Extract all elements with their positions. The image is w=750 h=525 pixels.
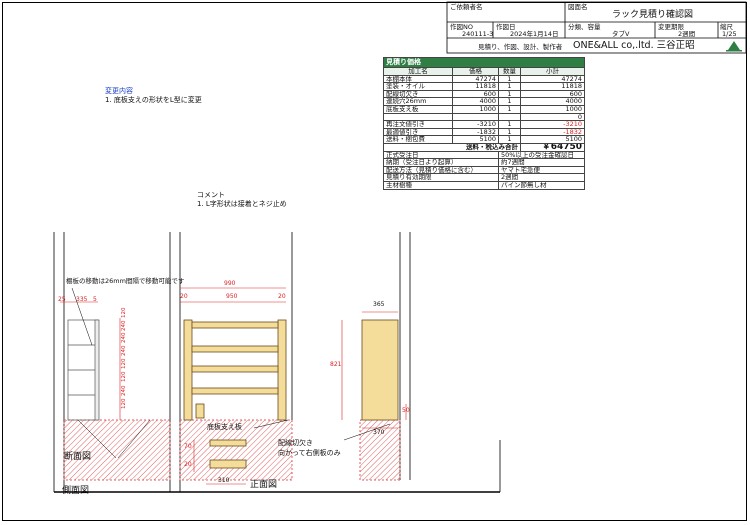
height-dim: 821 xyxy=(330,361,342,368)
side-vertical-dim: 120 xyxy=(121,358,127,370)
shelf-note: 棚板の移動は26mm間隔で移動可能です xyxy=(66,277,185,285)
technical-drawing xyxy=(53,232,501,493)
front-dim-right: 20 xyxy=(278,293,286,300)
section-label: 断面図 xyxy=(64,452,92,462)
right-width: 365 xyxy=(373,301,385,308)
side-vertical-dim: 240 xyxy=(121,320,127,332)
side-dim-1: 25 xyxy=(58,296,66,303)
side-vertical-dim: 120 xyxy=(121,307,127,319)
small-dim: 50 xyxy=(402,407,410,414)
side-vertical-dim: 240 xyxy=(121,345,127,357)
front-width-outer: 990 xyxy=(224,280,236,287)
side-vertical-dim: 120 xyxy=(121,398,127,410)
cutout-label: 配線切欠き xyxy=(278,439,313,447)
cutout-sub: 向かって右側板のみ xyxy=(278,449,341,457)
side-vertical-dim: 240 xyxy=(121,332,127,344)
right-width-bottom: 370 xyxy=(373,429,385,436)
front-dim-left: 20 xyxy=(180,293,188,300)
detail-dim-310: 310 xyxy=(218,477,230,484)
side-vertical-dim: 240 xyxy=(121,385,127,397)
front-dim-center: 950 xyxy=(226,293,238,300)
detail-dim-20: 20 xyxy=(184,461,192,468)
bottom-support-label: 底板支え板 xyxy=(207,423,242,431)
front-view-label: 正面図 xyxy=(250,480,278,490)
side-vertical-dim: 120 xyxy=(121,371,127,383)
side-view-label: 側面図 xyxy=(62,486,90,496)
side-dim-3: 5 xyxy=(93,296,97,303)
side-dim-2: 335 xyxy=(76,296,88,303)
detail-dim-70: 70 xyxy=(184,443,192,450)
